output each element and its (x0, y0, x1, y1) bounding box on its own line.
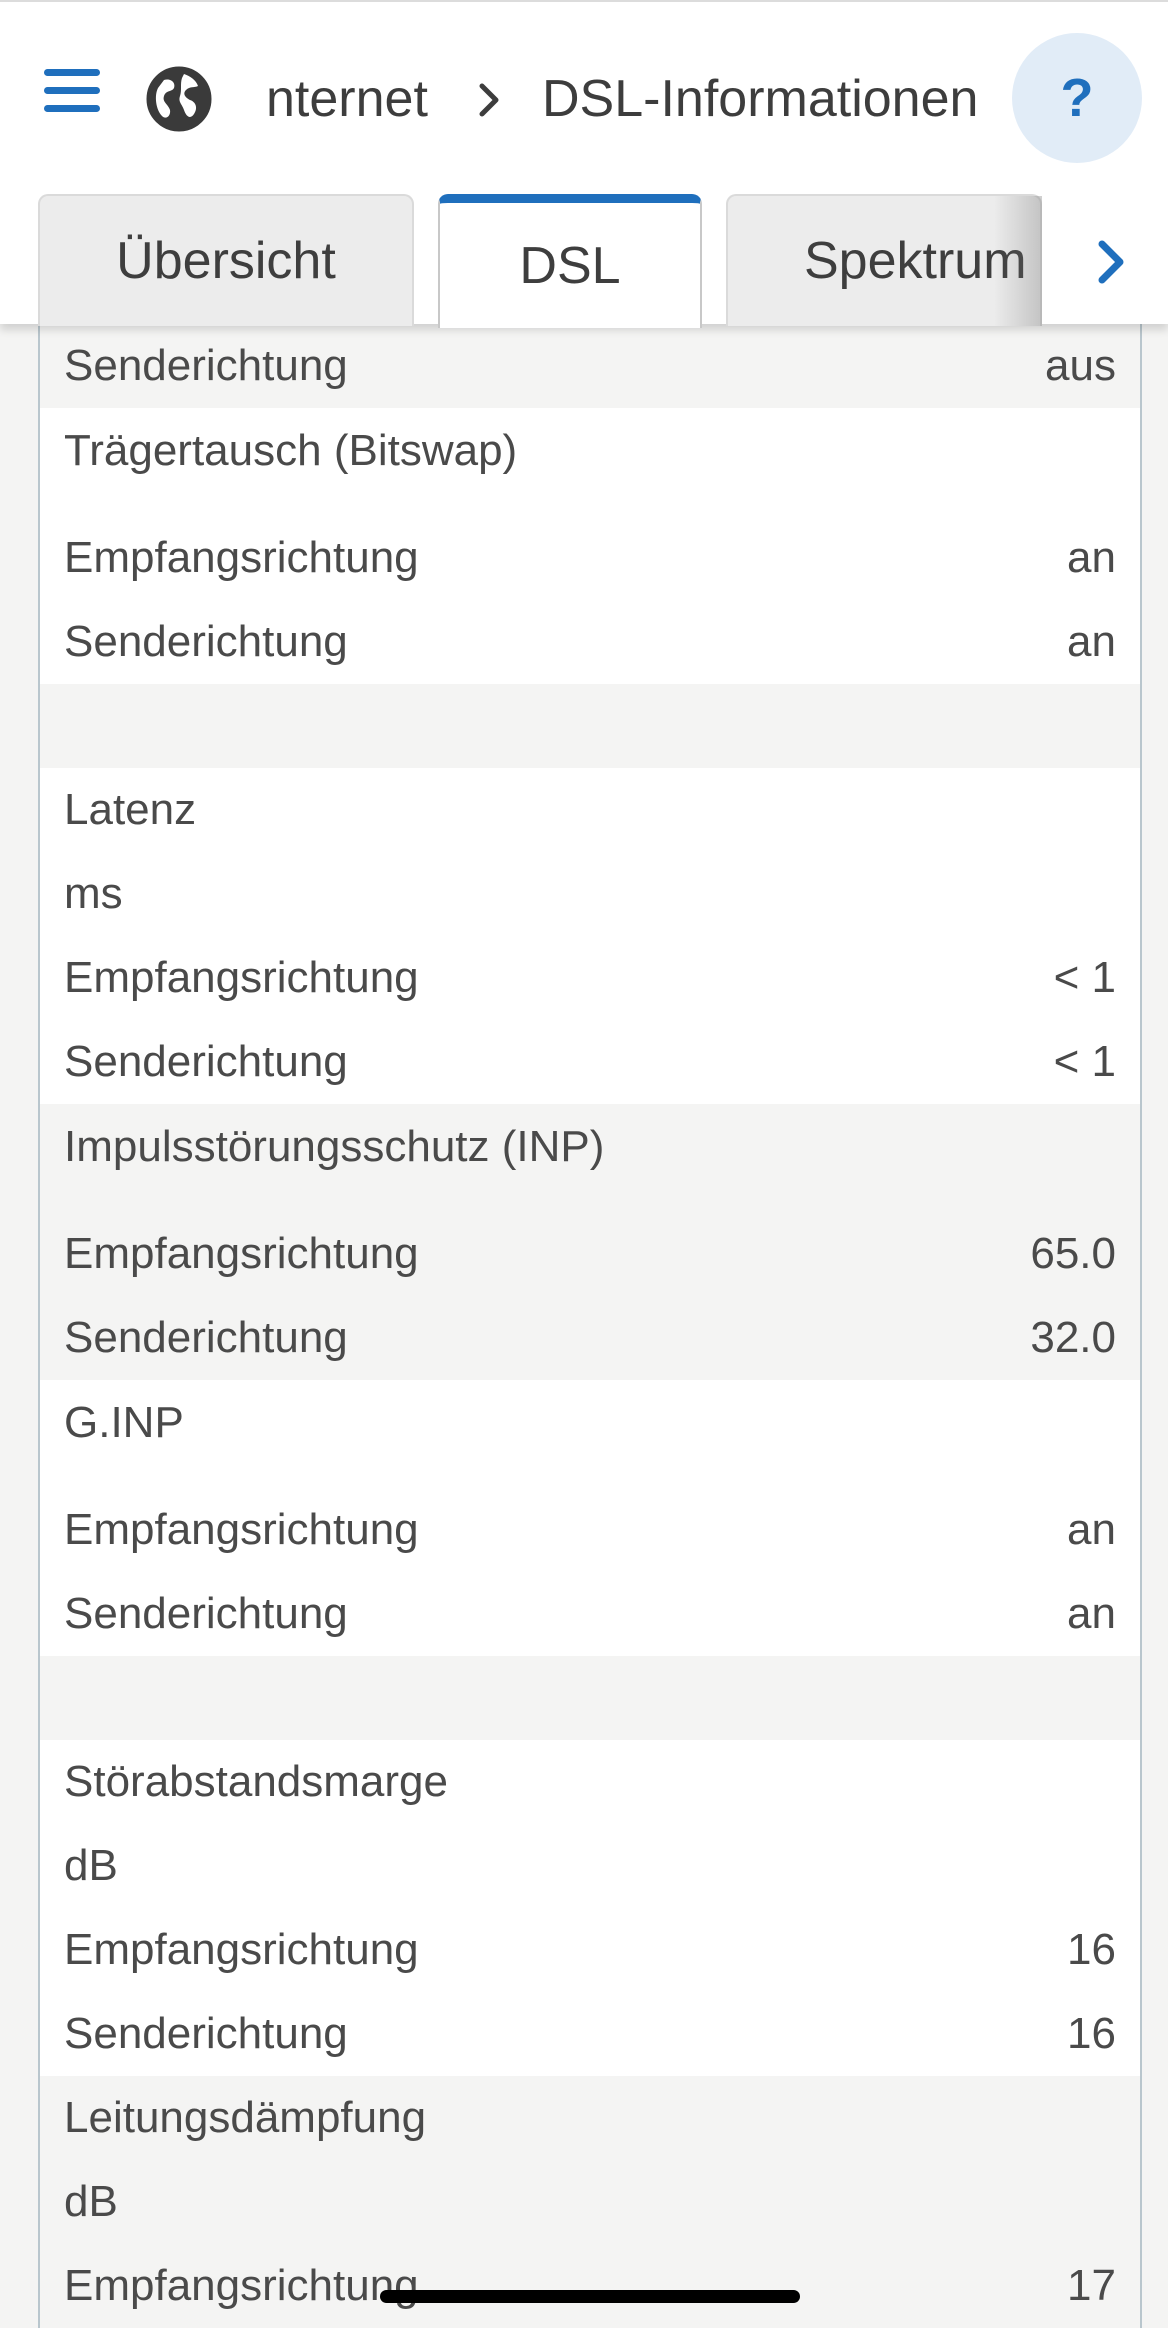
row-value: an (1067, 1505, 1116, 1554)
row-label: Senderichtung (64, 1589, 348, 1638)
row-label: G.INP (64, 1398, 184, 1447)
row-value: 65.0 (1030, 1229, 1116, 1278)
table-row: Senderichtung an (40, 600, 1140, 684)
section-heading: Impulsstörungsschutz (INP) (40, 1104, 1140, 1212)
tab-scroll-fade (994, 196, 1042, 326)
row-value: 16 (1067, 1925, 1116, 1974)
dsl-details-table: Senderichtung aus Trägertausch (Bitswap)… (38, 324, 1142, 2328)
section-heading: G.INP (40, 1380, 1140, 1488)
row-label: Empfangsrichtung (64, 533, 419, 582)
table-row: Empfangsrichtung an (40, 1488, 1140, 1572)
row-label: Senderichtung (64, 617, 348, 666)
table-row: Empfangsrichtung < 1 (40, 936, 1140, 1020)
table-row: Senderichtung 16 (40, 1992, 1140, 2076)
top-bar: nternet DSL-Informationen ? Übersicht DS… (0, 0, 1168, 328)
hamburger-menu-icon[interactable] (44, 69, 100, 113)
row-label: Empfangsrichtung (64, 1925, 419, 1974)
row-value: an (1067, 617, 1116, 666)
home-indicator[interactable] (380, 2290, 800, 2303)
table-row: Senderichtung an (40, 1572, 1140, 1656)
section-spacer (40, 1656, 1140, 1740)
table-row: Senderichtung < 1 (40, 1020, 1140, 1104)
row-label: Empfangsrichtung (64, 1229, 419, 1278)
table-row: Empfangsrichtung 16 (40, 1908, 1140, 1992)
row-value: 32.0 (1030, 1313, 1116, 1362)
row-value: 16 (1067, 2009, 1116, 2058)
row-value: an (1067, 533, 1116, 582)
table-row: Empfangsrichtung 17 (40, 2244, 1140, 2328)
section-heading: Leitungsdämpfung (40, 2076, 1140, 2160)
table-row: Senderichtung aus (40, 324, 1140, 408)
section-spacer (40, 684, 1140, 768)
page-title: DSL-Informationen (542, 70, 979, 128)
row-label: Trägertausch (Bitswap) (64, 426, 518, 475)
globe-icon (146, 66, 212, 132)
row-value: 17 (1067, 2261, 1116, 2310)
row-label: Impulsstörungsschutz (INP) (64, 1122, 605, 1171)
table-row: Empfangsrichtung 65.0 (40, 1212, 1140, 1296)
row-label: Störabstandsmarge (64, 1757, 448, 1806)
row-label: Senderichtung (64, 341, 348, 390)
row-value: < 1 (1053, 1037, 1116, 1086)
unit-label: ms (40, 852, 1140, 936)
row-value: an (1067, 1589, 1116, 1638)
table-row: Senderichtung 32.0 (40, 1296, 1140, 1380)
help-button[interactable]: ? (1012, 33, 1142, 163)
row-label: Empfangsrichtung (64, 2261, 419, 2310)
table-row: Empfangsrichtung an (40, 516, 1140, 600)
chevron-right-icon (479, 83, 499, 117)
unit-label: dB (40, 1824, 1140, 1908)
chevron-right-icon[interactable] (1080, 230, 1140, 294)
row-label: dB (64, 1841, 118, 1890)
row-label: Latenz (64, 785, 197, 834)
row-label: Empfangsrichtung (64, 953, 419, 1002)
row-label: dB (64, 2177, 118, 2226)
tab-uebersicht[interactable]: Übersicht (38, 194, 414, 326)
breadcrumb-internet[interactable]: nternet (266, 64, 428, 134)
row-label: Senderichtung (64, 1313, 348, 1362)
row-label: ms (64, 869, 123, 918)
row-label: Senderichtung (64, 1037, 348, 1086)
section-heading: Latenz (40, 768, 1140, 852)
unit-label: dB (40, 2160, 1140, 2244)
row-value: aus (1045, 341, 1116, 390)
row-value: < 1 (1053, 953, 1116, 1002)
section-heading: Störabstandsmarge (40, 1740, 1140, 1824)
tab-dsl[interactable]: DSL (438, 194, 702, 328)
row-label: Empfangsrichtung (64, 1505, 419, 1554)
row-label: Leitungsdämpfung (64, 2093, 427, 2142)
row-label: Senderichtung (64, 2009, 348, 2058)
section-heading: Trägertausch (Bitswap) (40, 408, 1140, 516)
